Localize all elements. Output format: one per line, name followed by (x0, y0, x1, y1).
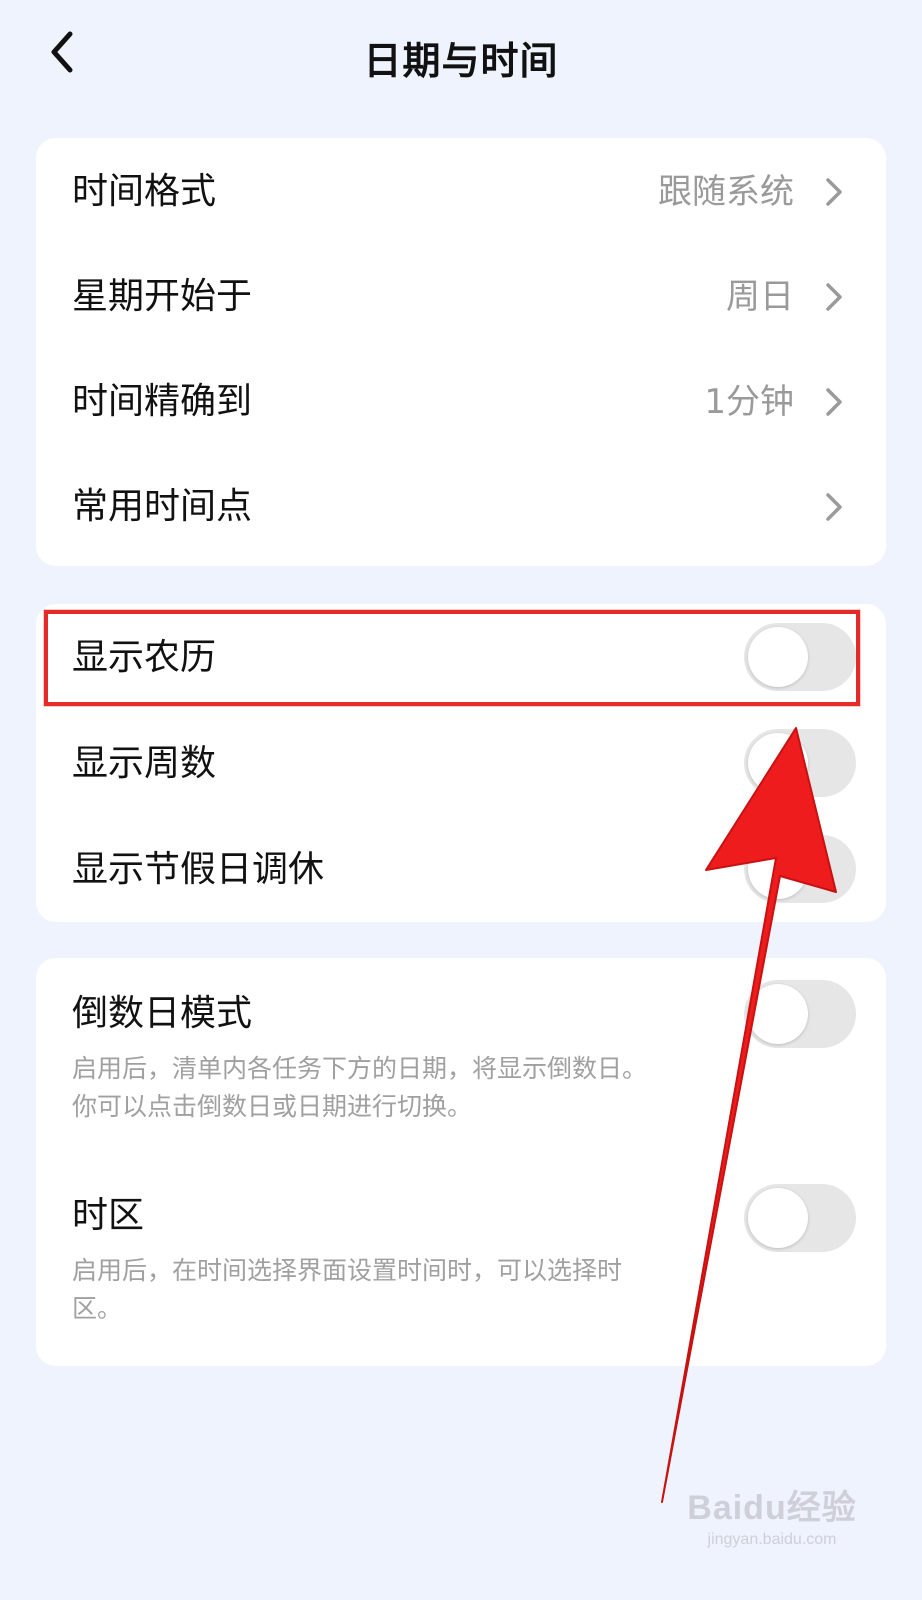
time-precision-row[interactable]: 时间精确到 1分钟 (36, 348, 886, 453)
time-format-value: 跟随系统 (658, 172, 794, 212)
countdown-desc-line1: 启用后，清单内各任务下方的日期，将显示倒数日。 (72, 1054, 648, 1083)
page-title: 日期与时间 (363, 39, 559, 83)
chevron-right-icon (826, 493, 842, 521)
header: 日期与时间 (0, 0, 922, 110)
show-holiday-label: 显示节假日调休 (72, 849, 325, 890)
common-times-row[interactable]: 常用时间点 (36, 453, 886, 558)
show-week-number-label: 显示周数 (72, 743, 217, 784)
watermark-url: jingyan.baidu.com (707, 1531, 837, 1548)
toggle-knob (748, 1188, 808, 1248)
common-times-label: 常用时间点 (72, 486, 253, 527)
countdown-desc-line2: 你可以点击倒数日或日期进行切换。 (72, 1092, 473, 1121)
timezone-row[interactable]: 时区 启用后，在时间选择界面设置时间时，可以选择时 区。 (36, 1158, 886, 1366)
timezone-desc-line2: 区。 (72, 1294, 123, 1323)
week-start-value: 周日 (726, 277, 794, 317)
time-precision-label: 时间精确到 (72, 381, 253, 422)
chevron-right-icon (826, 283, 842, 311)
countdown-mode-row[interactable]: 倒数日模式 启用后，清单内各任务下方的日期，将显示倒数日。 你可以点击倒数日或日… (36, 958, 886, 1158)
countdown-mode-toggle[interactable] (744, 980, 856, 1048)
settings-card-advanced: 倒数日模式 启用后，清单内各任务下方的日期，将显示倒数日。 你可以点击倒数日或日… (36, 958, 886, 1366)
settings-card-format: 时间格式 跟随系统 星期开始于 周日 时间精确到 1分钟 常用时间点 (36, 138, 886, 566)
week-start-row[interactable]: 星期开始于 周日 (36, 243, 886, 348)
show-week-number-row[interactable]: 显示周数 (36, 710, 886, 816)
time-precision-value: 1分钟 (704, 382, 794, 422)
show-week-number-toggle[interactable] (744, 729, 856, 797)
watermark-brand: Baidu经验 (687, 1489, 857, 1527)
highlight-box (44, 610, 860, 706)
toggle-knob (748, 733, 808, 793)
timezone-description: 启用后，在时间选择界面设置时间时，可以选择时 区。 (72, 1252, 712, 1328)
countdown-mode-label: 倒数日模式 (72, 993, 253, 1034)
show-holiday-toggle[interactable] (744, 835, 856, 903)
toggle-knob (748, 839, 808, 899)
timezone-label: 时区 (72, 1195, 145, 1236)
timezone-desc-line1: 启用后，在时间选择界面设置时间时，可以选择时 (72, 1256, 623, 1285)
show-holiday-row[interactable]: 显示节假日调休 (36, 816, 886, 922)
watermark: Baidu经验 jingyan.baidu.com (682, 1480, 862, 1570)
timezone-toggle[interactable] (744, 1184, 856, 1252)
time-format-row[interactable]: 时间格式 跟随系统 (36, 138, 886, 243)
chevron-right-icon (826, 388, 842, 416)
chevron-right-icon (826, 178, 842, 206)
toggle-knob (748, 984, 808, 1044)
countdown-mode-description: 启用后，清单内各任务下方的日期，将显示倒数日。 你可以点击倒数日或日期进行切换。 (72, 1050, 712, 1126)
time-format-label: 时间格式 (72, 171, 217, 212)
week-start-label: 星期开始于 (72, 276, 253, 317)
